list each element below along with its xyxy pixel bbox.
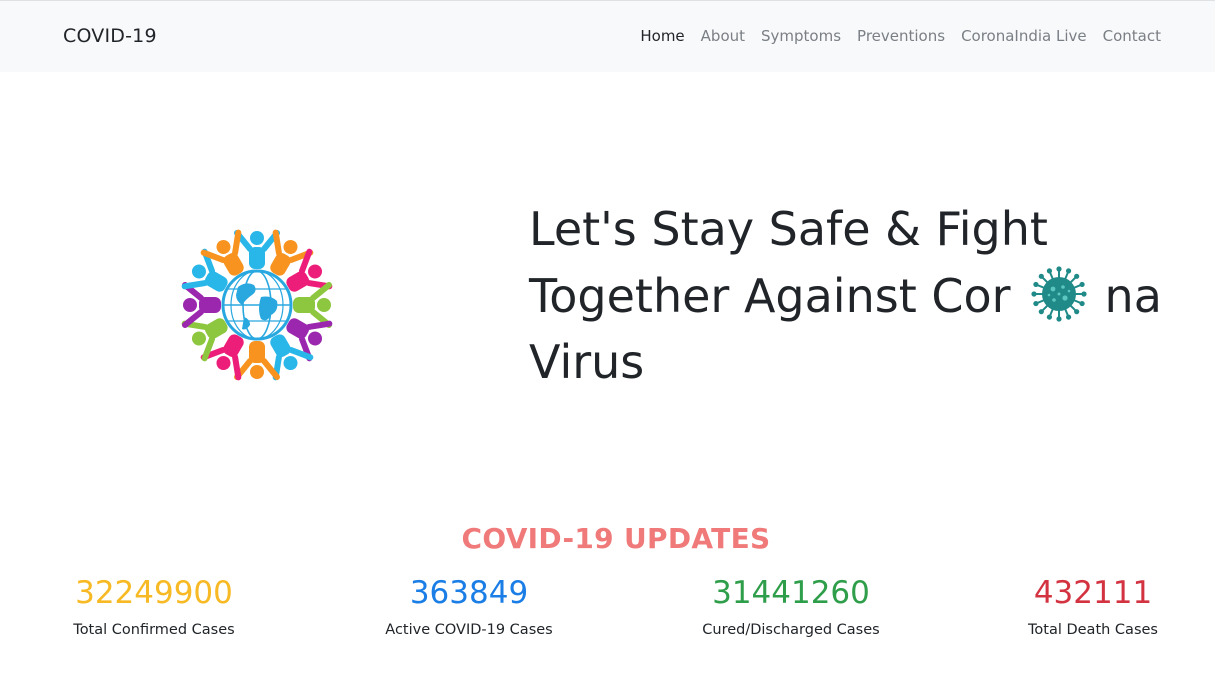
stat-label: Cured/Discharged Cases	[702, 622, 880, 638]
stat-active-cases: 363849 Active COVID-19 Cases	[339, 573, 599, 638]
stat-value: 32249900	[75, 575, 233, 611]
nav-item-preventions[interactable]: Preventions	[857, 27, 945, 45]
stat-value: 432111	[1033, 575, 1153, 611]
stat-total-deaths: 432111 Total Death Cases	[963, 573, 1215, 638]
person-figure-icon	[293, 282, 332, 328]
stat-label: Total Death Cases	[1028, 622, 1158, 638]
person-figure-icon	[182, 282, 221, 328]
people-around-globe-icon	[160, 205, 355, 410]
headline-text-start: Let's Stay Safe & Fight Together Against…	[529, 202, 1048, 323]
person-figure-icon	[234, 230, 280, 269]
stat-cured-discharged: 31441260 Cured/Discharged Cases	[661, 573, 921, 638]
updates-title: COVID-19 UPDATES	[461, 522, 771, 555]
stat-value: 31441260	[712, 575, 870, 611]
stat-label: Active COVID-19 Cases	[385, 622, 553, 638]
nav-item-about[interactable]: About	[701, 27, 745, 45]
globe-icon	[221, 269, 293, 341]
hero-headline: Let's Stay Safe & Fight Together Against…	[529, 196, 1189, 395]
stat-value: 363849	[409, 575, 529, 611]
nav-item-contact[interactable]: Contact	[1103, 27, 1161, 45]
stat-label: Total Confirmed Cases	[73, 622, 235, 638]
stat-total-confirmed: 32249900 Total Confirmed Cases	[24, 573, 284, 638]
nav-menu: Home About Symptoms Preventions CoronaIn…	[640, 27, 1161, 45]
nav-item-coronaindia-live[interactable]: CoronaIndia Live	[961, 27, 1087, 45]
brand-link[interactable]: COVID-19	[63, 25, 157, 47]
nav-item-home[interactable]: Home	[640, 27, 684, 45]
person-figure-icon	[234, 341, 280, 380]
coronavirus-icon	[1027, 262, 1091, 326]
nav-item-symptoms[interactable]: Symptoms	[761, 27, 841, 45]
top-navbar: COVID-19 Home About Symptoms Preventions…	[0, 0, 1215, 72]
